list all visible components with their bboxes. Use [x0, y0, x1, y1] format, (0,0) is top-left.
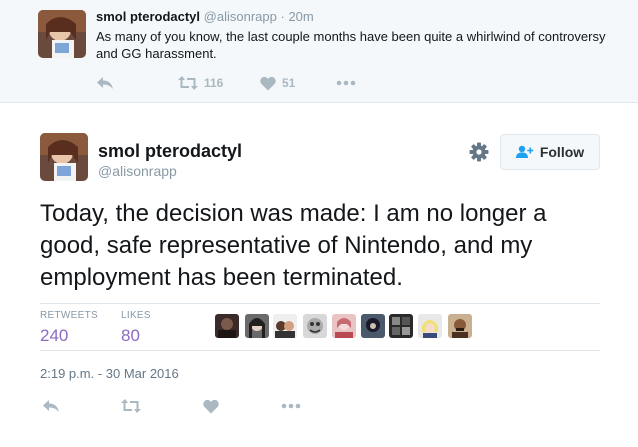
parent-like-button[interactable]: 51 [260, 74, 295, 92]
heart-icon [203, 399, 219, 414]
main-author-name[interactable]: smol pterodactyl [98, 141, 242, 162]
liker-avatar[interactable] [303, 314, 327, 338]
reply-icon [42, 398, 60, 414]
parent-author-name[interactable]: smol pterodactyl [96, 9, 200, 24]
main-actions [40, 397, 320, 415]
parent-reply-button[interactable] [96, 74, 114, 92]
main-tweet-text: Today, the decision was made: I am no lo… [40, 200, 547, 291]
likes-stat[interactable]: LIKES 80 [121, 310, 151, 346]
gear-icon[interactable] [469, 142, 489, 162]
retweets-value: 240 [40, 326, 69, 345]
liker-avatar[interactable] [361, 314, 385, 338]
follow-button[interactable]: Follow [500, 134, 600, 170]
more-button[interactable] [281, 397, 301, 415]
retweets-label: RETWEETS [40, 310, 98, 321]
parent-time[interactable]: 20m [288, 9, 313, 24]
retweet-icon [121, 398, 141, 414]
retweets-stat[interactable]: RETWEETS 240 [40, 310, 98, 346]
parent-header: smol pterodactyl @alisonrapp · 20m [96, 9, 314, 24]
reply-icon [96, 75, 114, 91]
main-author-handle[interactable]: @alisonrapp [98, 163, 177, 179]
parent-actions: 116 51 [96, 74, 396, 92]
liker-avatar[interactable] [418, 314, 442, 338]
liker-avatar[interactable] [245, 314, 269, 338]
parent-tweet[interactable]: smol pterodactyl @alisonrapp · 20m As ma… [0, 0, 638, 103]
parent-retweet-count: 116 [204, 76, 224, 90]
heart-icon [260, 76, 276, 91]
more-icon [281, 403, 301, 409]
liker-avatar[interactable] [273, 314, 297, 338]
parent-retweet-button[interactable]: 116 [178, 74, 223, 92]
parent-author-handle[interactable]: @alisonrapp [204, 9, 277, 24]
likes-value: 80 [121, 326, 140, 345]
liker-avatar[interactable] [448, 314, 472, 338]
like-button[interactable] [203, 397, 219, 415]
tweet-timestamp[interactable]: 2:19 p.m. - 30 Mar 2016 [40, 366, 179, 381]
divider [40, 303, 600, 304]
parent-tweet-text: As many of you know, the last couple mon… [96, 29, 606, 61]
retweet-icon [178, 75, 198, 91]
liker-avatar[interactable] [389, 314, 413, 338]
liker-avatar[interactable] [215, 314, 239, 338]
follow-label: Follow [539, 144, 585, 160]
separator-dot: · [280, 9, 285, 24]
retweet-button[interactable] [121, 397, 141, 415]
parent-more-button[interactable] [336, 74, 356, 92]
main-avatar[interactable] [40, 133, 88, 181]
divider [40, 350, 600, 351]
parent-avatar[interactable] [38, 10, 86, 58]
more-icon [336, 80, 356, 86]
likes-label: LIKES [121, 310, 151, 321]
liker-avatar[interactable] [332, 314, 356, 338]
add-user-icon [515, 145, 534, 159]
parent-like-count: 51 [282, 76, 296, 90]
reply-button[interactable] [42, 397, 60, 415]
